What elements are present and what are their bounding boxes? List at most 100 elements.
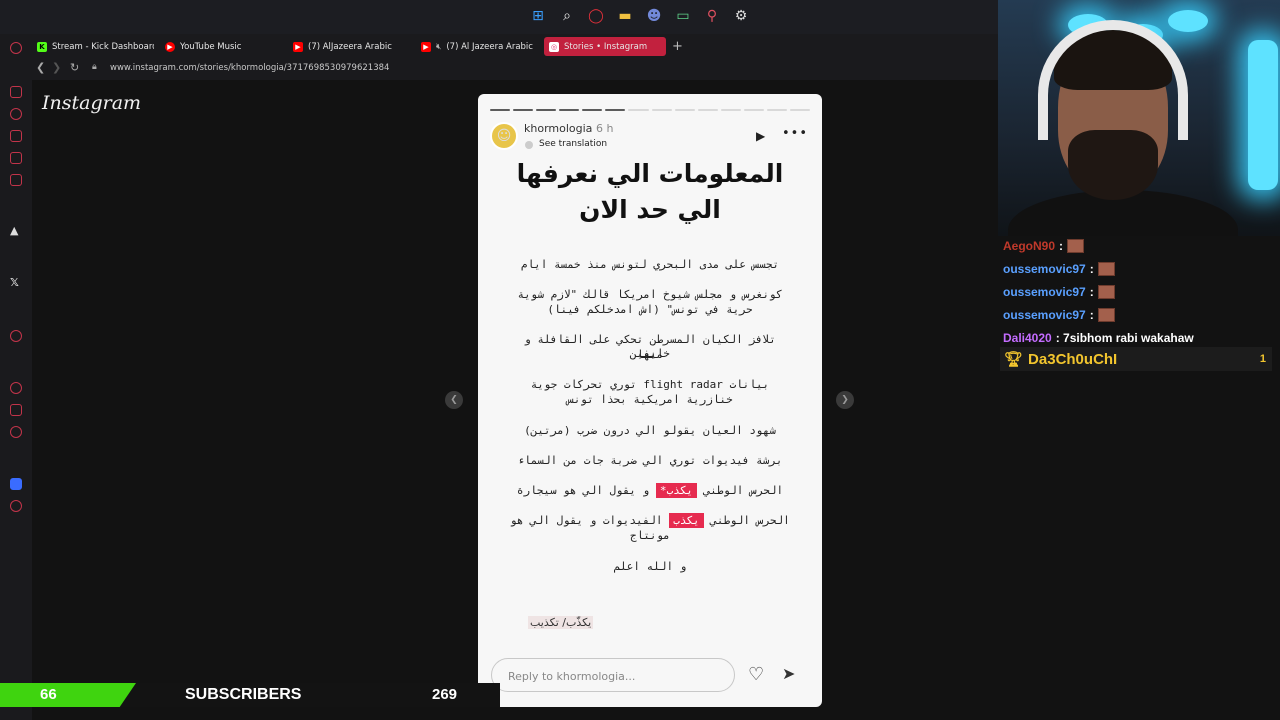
send-icon[interactable]: ➤ (782, 664, 795, 683)
progress-segment (790, 109, 811, 111)
youtube-icon: ▶ (293, 41, 303, 52)
story-line: خنازرية امريكية بحذا تونس (567, 393, 733, 406)
progress-segment (766, 109, 788, 111)
webcam-overlay (998, 0, 1280, 236)
folder-icon[interactable]: ▬ (615, 6, 635, 26)
browser-sidebar: ▲ 𝕏 (0, 34, 32, 720)
tab-aljazeera-1[interactable]: ▶ (7) AlJazeera Arabic (288, 37, 408, 56)
story-line: الحرس الوطني يكذب الفيديوات و يقول الي ه… (508, 513, 792, 528)
gear-icon[interactable] (10, 426, 22, 438)
lock-icon[interactable]: 🔒︎ (92, 62, 97, 72)
prev-story-button[interactable]: ❮ (445, 391, 463, 409)
story-username[interactable]: khormologia (524, 122, 592, 135)
more-options-icon[interactable]: ••• (782, 126, 808, 141)
next-story-button[interactable]: ❯ (836, 391, 854, 409)
progress-segment (743, 109, 764, 111)
tab-label: (7) AlJazeera Arabic (308, 41, 392, 52)
search-icon[interactable]: ⌕ (557, 6, 577, 26)
progress-segment (536, 109, 557, 111)
messenger-icon[interactable] (10, 174, 22, 186)
instagram-logo[interactable]: Instagram (42, 92, 141, 114)
tab-label: Stream - Kick Dashboard (52, 41, 154, 52)
back-icon[interactable]: ❮ (36, 61, 45, 74)
windows-start-icon[interactable]: ⊞ (528, 6, 548, 26)
bag-icon[interactable] (10, 130, 22, 142)
kick-icon: K (37, 41, 47, 52)
terminal-icon[interactable]: ▭ (673, 6, 693, 26)
story-line: الحرس الوطني يكذب* و يقول الي هو سيجارة (508, 483, 792, 498)
opera-icon[interactable]: ◯ (586, 6, 606, 26)
chat-user: oussemovic97 (1003, 261, 1086, 276)
home-icon[interactable] (10, 86, 22, 98)
tv-icon[interactable] (10, 152, 22, 164)
tab-youtube-music[interactable]: ▶ YouTube Music (160, 37, 280, 56)
emote-icon (1067, 238, 1085, 253)
chat-user: Dali4020 (1003, 330, 1052, 345)
settings-icon[interactable]: ⚙ (731, 6, 751, 26)
chat-text: : (1089, 261, 1094, 276)
emote-icon (1097, 261, 1115, 276)
emote-icon (1097, 284, 1115, 299)
story-line: و الله اعلم (613, 560, 687, 573)
see-translation-link[interactable]: See translation (539, 139, 607, 149)
tab-kick[interactable]: K Stream - Kick Dashboard (32, 37, 154, 56)
heart-icon[interactable]: ♡ (748, 664, 764, 685)
line-part: الفيديوات و يقول الي هو (510, 514, 663, 527)
chat-message: Dali4020 : 7sibhom rabi wakahaw (1000, 326, 1280, 349)
arc-icon[interactable]: ▲ (10, 224, 18, 237)
chat-user: AegoN90 (1003, 238, 1056, 253)
opera-menu-icon[interactable] (10, 42, 22, 54)
history-icon[interactable] (10, 108, 22, 120)
streamer-beard (1068, 130, 1158, 200)
top-donor-name: Da3Ch0uChI (1028, 350, 1118, 368)
record-icon[interactable] (10, 500, 22, 512)
chat-text: : (1089, 284, 1094, 299)
maps-icon[interactable]: ⚲ (702, 6, 722, 26)
story-line: مونتاج (630, 529, 670, 542)
reload-icon[interactable]: ↻ (70, 61, 79, 74)
tab-label: (7) Al Jazeera Arabic (446, 41, 533, 52)
pin-icon[interactable] (10, 404, 22, 416)
new-tab-button[interactable]: + (672, 39, 683, 54)
shield-icon[interactable] (10, 478, 22, 490)
chat-message: oussemovic97 : (1000, 280, 1280, 303)
tab-bar: K Stream - Kick Dashboard ▶ YouTube Musi… (32, 34, 1000, 58)
chat-message: oussemovic97 : (1000, 257, 1280, 280)
subscriber-label: SUBSCRIBERS (185, 686, 302, 703)
clock-icon[interactable] (10, 382, 22, 394)
chat-overlay: AegoN90 : oussemovic97 : oussemovic97 : … (1000, 234, 1280, 349)
story-line: منها (636, 348, 664, 361)
story-viewer[interactable]: ☺ khormologia 6 h See translation ▶ ••• … (478, 94, 822, 707)
title-line: الي حد الان (579, 195, 721, 224)
mute-icon[interactable]: 🔇︎ (436, 42, 441, 52)
music-icon[interactable] (10, 330, 22, 342)
url-field[interactable]: www.instagram.com/stories/khormologia/37… (110, 63, 389, 73)
progress-segment (582, 109, 603, 111)
progress-segment (674, 109, 695, 111)
subscriber-goal: 269 (432, 686, 458, 703)
line-part: الحرس الوطني (710, 514, 790, 527)
story-line: بيانات flight radar توري تحركات جوية (530, 378, 770, 391)
play-icon[interactable]: ▶ (756, 129, 765, 143)
trophy-icon: 🏆︎ (1004, 351, 1024, 368)
tab-aljazeera-2[interactable]: ▶ 🔇︎ (7) Al Jazeera Arabic (416, 37, 536, 56)
forward-icon[interactable]: ❯ (52, 61, 61, 74)
chat-text: : (1089, 307, 1094, 322)
progress-segment (490, 109, 511, 111)
translate-icon (525, 141, 533, 149)
tab-instagram[interactable]: ◎ Stories • Instagram (544, 37, 666, 56)
story-line: كونغرس و مجلس شيوخ امريكا قالك "لازم شوي… (517, 288, 783, 301)
ring-light (1168, 10, 1208, 32)
os-taskbar: ⊞ ⌕ ◯ ▬ ☻ ▭ ⚲ ⚙ (0, 0, 1000, 34)
subscriber-goal-fill (0, 683, 136, 707)
reply-input[interactable]: Reply to khormologia... (491, 658, 735, 692)
avatar[interactable]: ☺ (490, 122, 518, 150)
instagram-icon: ◎ (549, 41, 559, 52)
top-donor-badge: 🏆︎ Da3Ch0uChI 1 (1000, 347, 1272, 371)
story-progress (490, 109, 811, 111)
tab-label: YouTube Music (180, 41, 242, 52)
progress-segment (651, 109, 672, 111)
progress-segment (628, 109, 649, 111)
x-icon[interactable]: 𝕏 (10, 276, 19, 289)
discord-icon[interactable]: ☻ (644, 6, 664, 26)
